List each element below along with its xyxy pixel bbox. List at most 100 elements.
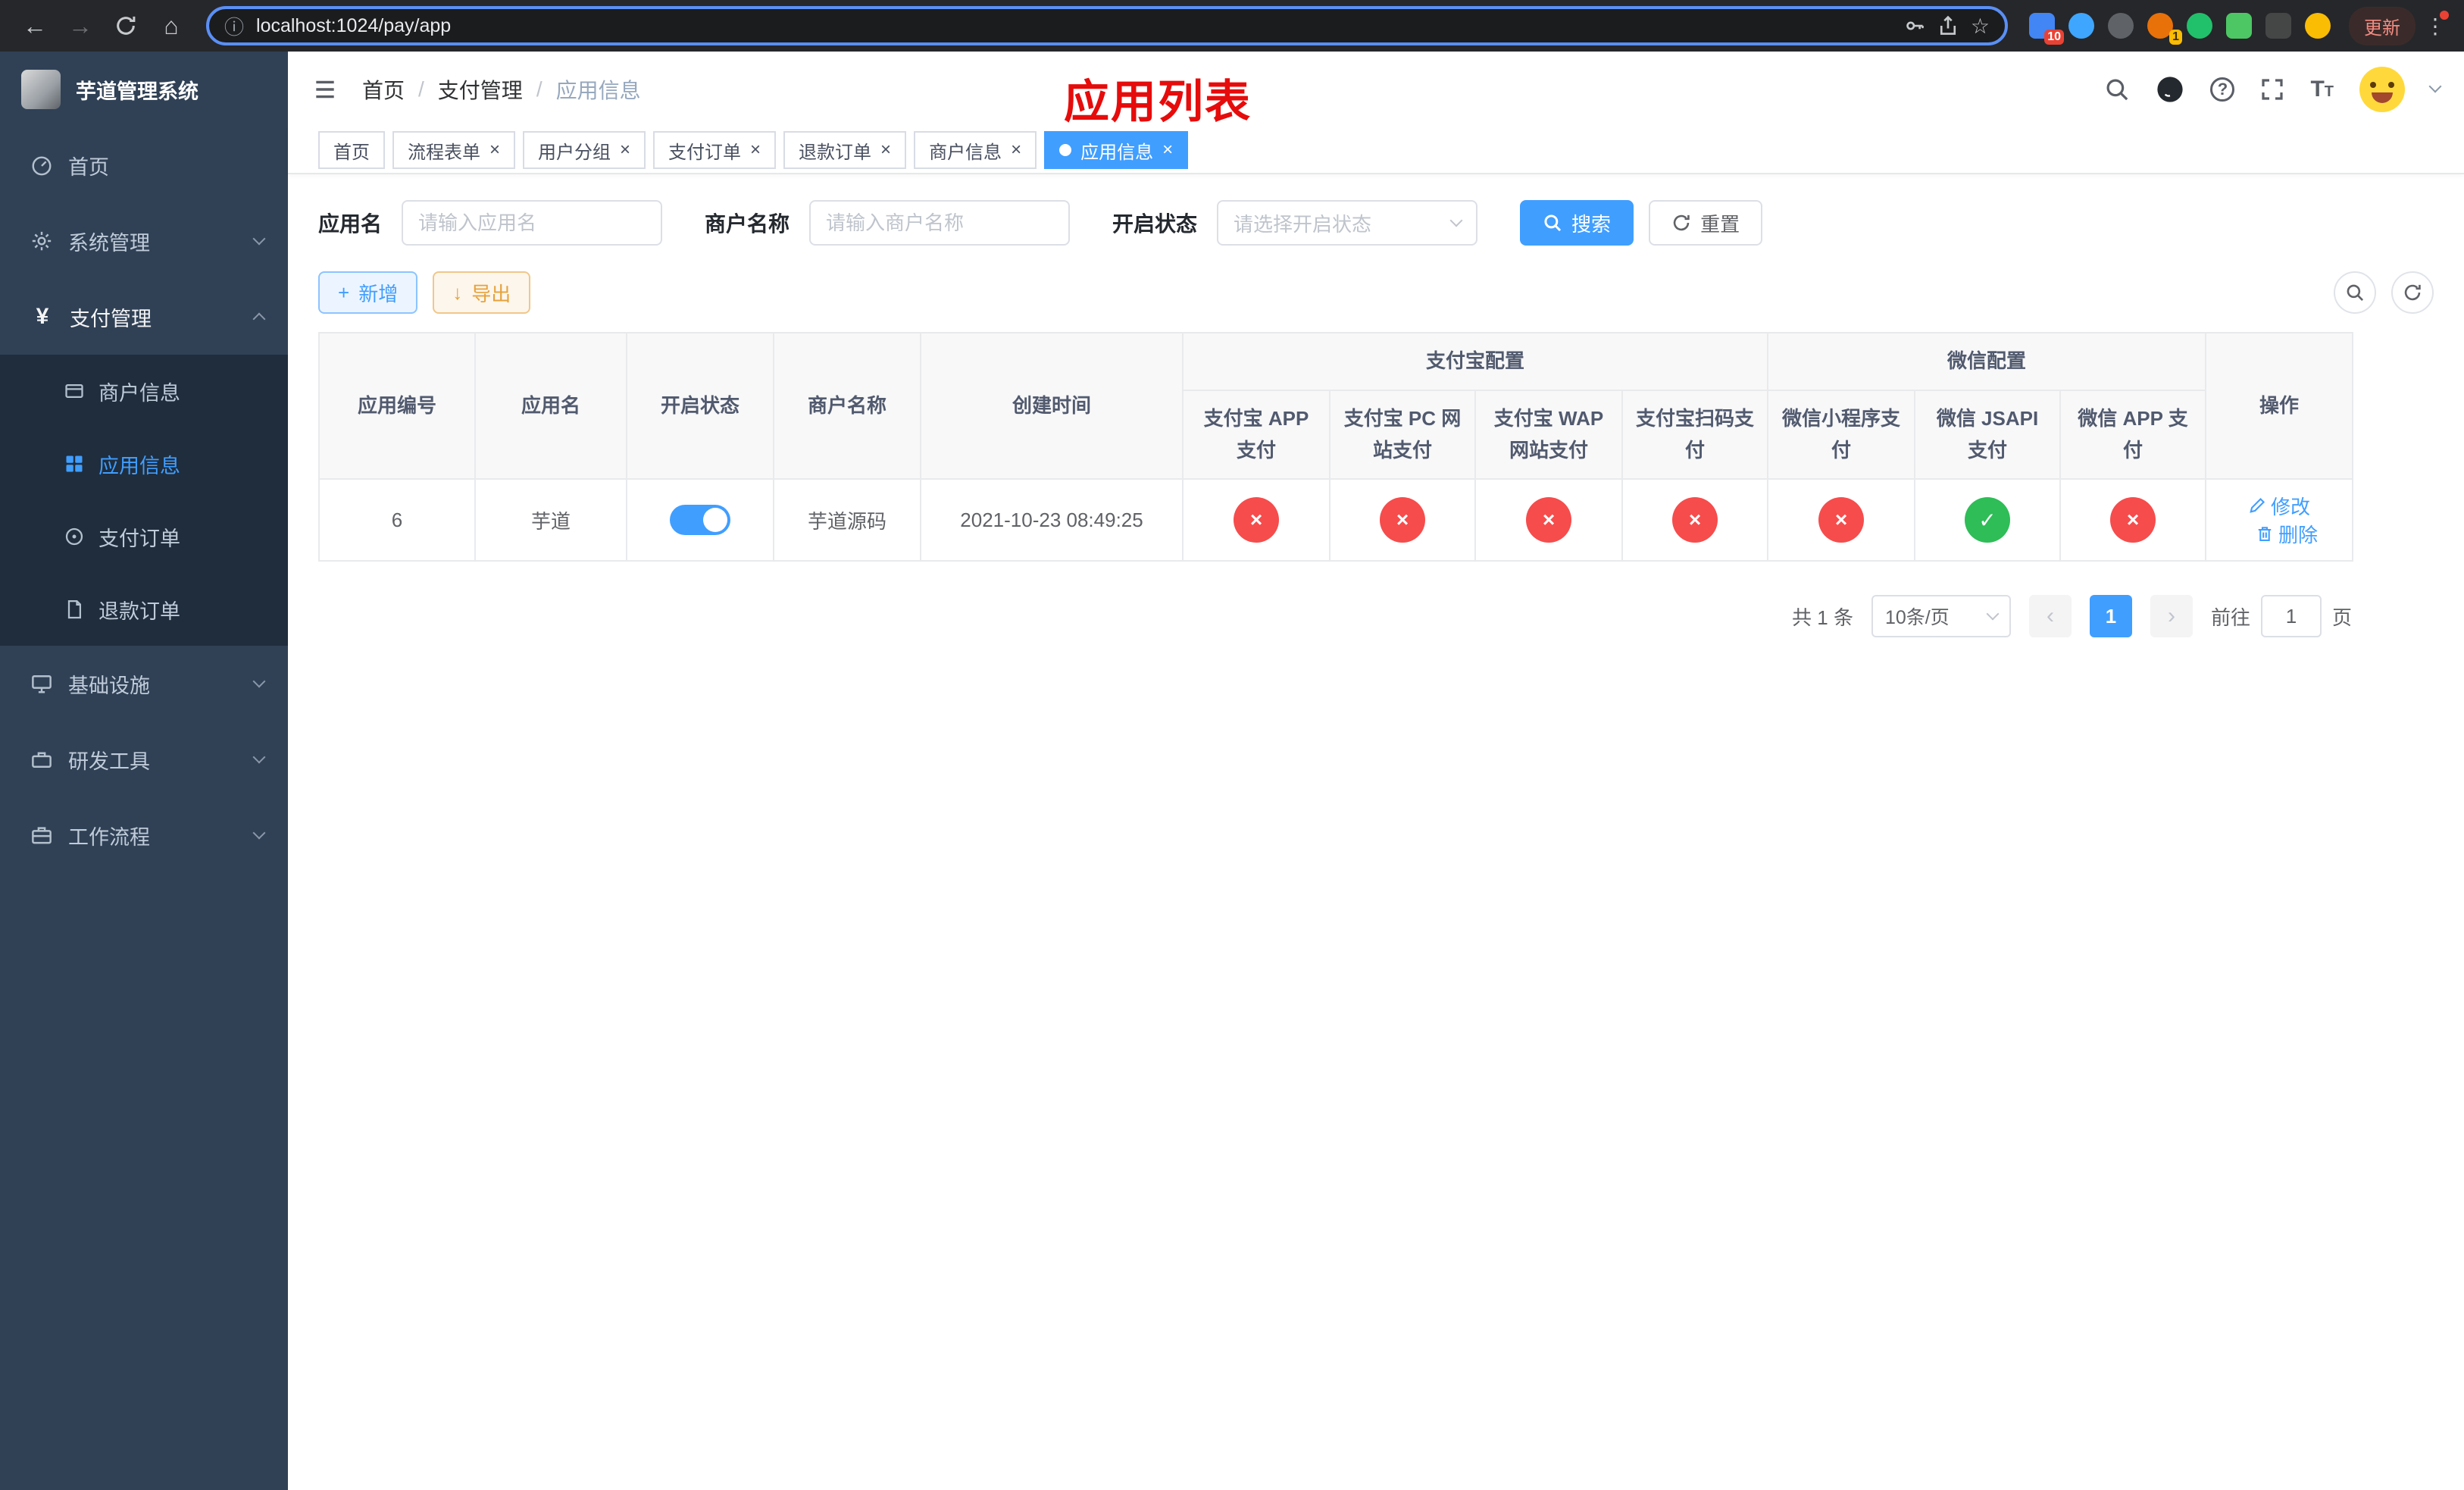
current-page-button[interactable]: 1 <box>2089 595 2132 638</box>
tab-app-info[interactable]: 应用信息 × <box>1044 131 1189 169</box>
avatar-caret-icon[interactable] <box>2428 80 2442 93</box>
extension-icon[interactable] <box>2305 13 2331 39</box>
merchant-name-input[interactable] <box>809 200 1071 246</box>
sidebar-item-devtools[interactable]: 研发工具 <box>0 722 288 797</box>
tab-process-form[interactable]: 流程表单 × <box>392 131 516 169</box>
tab-refund-order[interactable]: 退款订单 × <box>783 131 907 169</box>
refresh-table-button[interactable] <box>2391 271 2434 314</box>
page-info-icon[interactable]: ⓘ <box>224 12 244 40</box>
page-size-select[interactable]: 10条/页 <box>1871 595 2011 638</box>
prev-page-button[interactable]: ‹ <box>2028 595 2072 638</box>
edit-label: 修改 <box>2271 495 2311 518</box>
breadcrumb-section[interactable]: 支付管理 <box>438 74 523 105</box>
gear-icon <box>32 231 52 251</box>
sidebar-item-system[interactable]: 系统管理 <box>0 203 288 279</box>
card-icon <box>65 383 83 399</box>
home-icon[interactable]: ⌂ <box>152 6 191 45</box>
status-label: 开启状态 <box>1112 212 1198 236</box>
chevron-down-icon <box>1986 607 2000 621</box>
close-icon[interactable]: × <box>489 141 500 159</box>
help-icon[interactable]: ? <box>2210 77 2235 102</box>
fullscreen-icon[interactable] <box>2260 77 2284 102</box>
search-icon <box>2347 284 2363 301</box>
delete-button[interactable]: 删除 <box>2256 520 2318 548</box>
extension-icon[interactable] <box>2226 13 2252 39</box>
col-header-created: 创建时间 <box>920 332 1184 480</box>
sidebar-toggle-icon[interactable] <box>312 77 338 102</box>
cell-wx-app: × <box>2059 478 2207 562</box>
extension-icon[interactable]: 10 <box>2029 13 2064 45</box>
sidebar-item-payment[interactable]: ¥ 支付管理 <box>0 279 288 355</box>
extension-icon[interactable] <box>2187 13 2212 39</box>
export-button[interactable]: ↓ 导出 <box>433 271 531 314</box>
show-search-button[interactable] <box>2334 271 2376 314</box>
page-content: 应用名 商户名称 开启状态 请选择开启状态 <box>288 174 2464 1490</box>
chevron-down-icon <box>252 675 266 688</box>
col-header-wx-jsapi: 微信 JSAPI 支付 <box>1914 390 2062 480</box>
reset-button[interactable]: 重置 <box>1649 200 1763 246</box>
github-icon[interactable] <box>2156 75 2184 104</box>
tab-merchant-info[interactable]: 商户信息 × <box>914 131 1037 169</box>
reload-icon[interactable] <box>106 6 145 45</box>
search-button[interactable]: 搜索 <box>1520 200 1634 246</box>
forward-icon[interactable]: → <box>61 6 100 45</box>
close-icon[interactable]: × <box>750 141 761 159</box>
font-size-icon[interactable]: TT <box>2310 78 2334 101</box>
sidebar-item-merchant-info[interactable]: 商户信息 <box>0 355 288 427</box>
chrome-update-button[interactable]: 更新 <box>2349 6 2416 45</box>
col-header-alipay-qr: 支付宝扫码支付 <box>1621 390 1769 480</box>
sidebar-item-app-info[interactable]: 应用信息 <box>0 427 288 500</box>
navbar-actions: ? TT <box>2104 67 2442 112</box>
extension-icon[interactable]: 1 <box>2147 13 2182 45</box>
share-icon[interactable] <box>1937 15 1959 36</box>
search-icon[interactable] <box>2104 77 2130 102</box>
sidebar-item-refund-order[interactable]: 退款订单 <box>0 573 288 646</box>
sidebar-item-home[interactable]: 首页 <box>0 127 288 203</box>
user-avatar[interactable] <box>2359 67 2405 112</box>
refresh-icon <box>2404 284 2421 301</box>
browser-menu-icon[interactable]: ⋮ <box>2422 10 2449 39</box>
breadcrumb-home[interactable]: 首页 <box>362 74 405 105</box>
close-icon[interactable]: × <box>620 141 630 159</box>
close-icon[interactable]: × <box>1011 141 1021 159</box>
col-header-alipay-wap: 支付宝 WAP 网站支付 <box>1474 390 1623 480</box>
app-title: 芋道管理系统 <box>76 80 199 103</box>
app-shell: 芋道管理系统 首页 系统管理 ¥ 支付管理 商户信息 应用信息 支付订单 退款订… <box>0 52 2464 1490</box>
cell-id: 6 <box>318 478 476 562</box>
reset-button-label: 重置 <box>1700 212 1740 236</box>
app-name-input[interactable] <box>402 200 663 246</box>
app-logo[interactable]: 芋道管理系统 <box>0 52 288 127</box>
breadcrumb-separator: / <box>536 77 543 101</box>
extension-icon[interactable] <box>2068 13 2094 39</box>
tab-label: 应用信息 <box>1080 142 1154 163</box>
sidebar-item-infra[interactable]: 基础设施 <box>0 646 288 722</box>
password-key-icon[interactable] <box>1904 15 1925 36</box>
extension-icon[interactable] <box>2108 13 2134 39</box>
status-toggle[interactable] <box>670 505 730 536</box>
tab-user-group[interactable]: 用户分组 × <box>523 131 646 169</box>
page-annotation-title: 应用列表 <box>1064 77 1252 127</box>
app-table: 应用编号 应用名 开启状态 商户名称 创建时间 支付宝配置 微信配置 操作 支付… <box>318 332 2354 562</box>
sidebar-item-label: 支付管理 <box>70 307 152 330</box>
logo-image <box>21 70 61 109</box>
col-header-id: 应用编号 <box>318 332 476 480</box>
goto-page-input[interactable] <box>2260 595 2322 638</box>
breadcrumb-current: 应用信息 <box>555 79 641 102</box>
bookmark-star-icon[interactable]: ☆ <box>1971 14 1990 39</box>
filter-form: 应用名 商户名称 开启状态 请选择开启状态 <box>318 200 2434 246</box>
back-icon[interactable]: ← <box>15 6 55 45</box>
next-page-button[interactable]: › <box>2150 595 2193 638</box>
extension-icon[interactable] <box>2265 13 2291 39</box>
url-bar[interactable]: ⓘ localhost:1024/pay/app ☆ <box>206 6 2008 45</box>
close-icon[interactable]: × <box>880 141 891 159</box>
sidebar-item-workflow[interactable]: 工作流程 <box>0 797 288 873</box>
tab-pay-order[interactable]: 支付订单 × <box>653 131 777 169</box>
sidebar-item-pay-order[interactable]: 支付订单 <box>0 500 288 573</box>
sidebar-item-label: 应用信息 <box>98 454 180 477</box>
edit-button[interactable]: 修改 <box>2248 492 2310 520</box>
tab-home[interactable]: 首页 <box>318 131 385 169</box>
close-icon[interactable]: × <box>1162 141 1173 159</box>
extension-badge: 1 <box>2169 30 2182 45</box>
add-button[interactable]: + 新增 <box>318 271 418 314</box>
status-select[interactable]: 请选择开启状态 <box>1217 200 1478 246</box>
